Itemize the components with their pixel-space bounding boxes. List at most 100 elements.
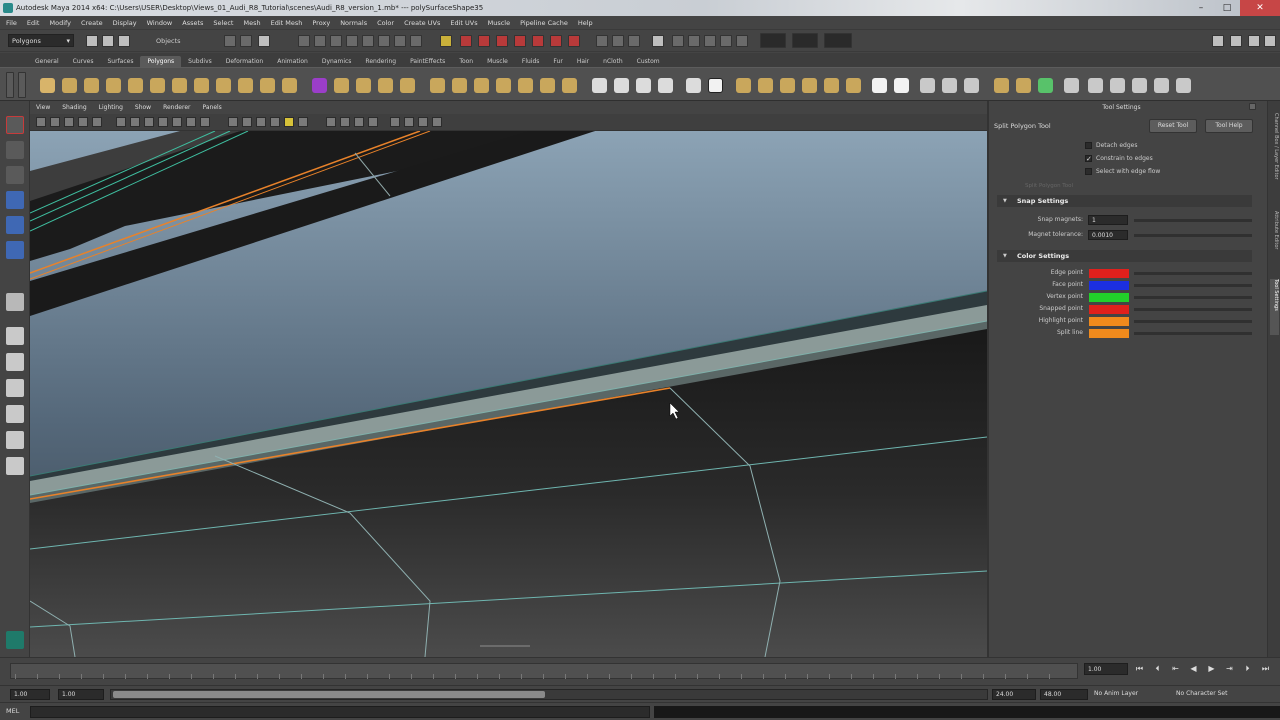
- transform-field-x[interactable]: [760, 33, 786, 48]
- poly-union-icon[interactable]: [400, 78, 415, 93]
- step-back-key-icon[interactable]: ⇤: [1170, 664, 1181, 674]
- harden-edge-icon[interactable]: [1016, 78, 1031, 93]
- face-point-swatch[interactable]: [1089, 281, 1129, 290]
- snap-view-plane-icon[interactable]: [514, 35, 526, 47]
- safe-title-icon[interactable]: [200, 117, 210, 127]
- poly-mirror-icon[interactable]: [474, 78, 489, 93]
- grid-icon[interactable]: [116, 117, 126, 127]
- shelf-tab[interactable]: PaintEffects: [403, 56, 452, 67]
- poly-merge-icon[interactable]: [824, 78, 839, 93]
- render-settings-icon[interactable]: [628, 35, 640, 47]
- panel-menu-item[interactable]: Renderer: [163, 104, 190, 111]
- resolution-gate-icon[interactable]: [144, 117, 154, 127]
- snapped-point-slider[interactable]: [1134, 308, 1252, 311]
- menu-item[interactable]: Normals: [340, 19, 367, 27]
- paint-vertex-color-icon[interactable]: [1064, 78, 1079, 93]
- history-icon[interactable]: [550, 35, 562, 47]
- poly-pyramid-icon[interactable]: [194, 78, 209, 93]
- select-hierarchy-icon[interactable]: [224, 35, 236, 47]
- snap-curve-icon[interactable]: [478, 35, 490, 47]
- menu-item[interactable]: Create UVs: [404, 19, 440, 27]
- single-perspective-layout-icon[interactable]: [6, 327, 24, 345]
- use-all-lights-icon[interactable]: [284, 117, 294, 127]
- lasso-tool-icon[interactable]: [6, 141, 24, 159]
- absolute-transform-icon[interactable]: [736, 35, 748, 47]
- poly-poke-icon[interactable]: [780, 78, 795, 93]
- uv-spherical-icon[interactable]: [942, 78, 957, 93]
- sidebar-toggle-icon[interactable]: [672, 35, 684, 47]
- poly-sculpt-icon[interactable]: [540, 78, 555, 93]
- snap-magnets-slider[interactable]: [1134, 219, 1252, 222]
- command-language-label[interactable]: MEL: [6, 707, 19, 715]
- shelf-tab[interactable]: Surfaces: [100, 56, 140, 67]
- mask-curve-icon[interactable]: [330, 35, 342, 47]
- reset-tool-button[interactable]: Reset Tool: [1149, 119, 1197, 133]
- attribute-editor-toggle-icon[interactable]: [688, 35, 700, 47]
- poly-edge-flow-icon[interactable]: [658, 78, 673, 93]
- playback-start-field[interactable]: 1.00: [58, 689, 104, 700]
- face-point-slider[interactable]: [1134, 284, 1252, 287]
- persp-outliner-layout-icon[interactable]: [6, 379, 24, 397]
- camera-attributes-icon[interactable]: [50, 117, 60, 127]
- shelf-tab[interactable]: Deformation: [219, 56, 270, 67]
- close-button[interactable]: ✕: [1240, 0, 1280, 16]
- maximize-button[interactable]: □: [1214, 0, 1240, 16]
- snap-magnets-field[interactable]: 1: [1088, 215, 1128, 225]
- paint-select-tool-icon[interactable]: [6, 166, 24, 184]
- poly-offset-loop-icon[interactable]: [636, 78, 651, 93]
- select-component-icon[interactable]: [258, 35, 270, 47]
- menu-item[interactable]: Edit Mesh: [271, 19, 303, 27]
- 2d-pan-zoom-icon[interactable]: [92, 117, 102, 127]
- panel-close-icon[interactable]: [1249, 103, 1256, 110]
- menu-item[interactable]: Assets: [182, 19, 203, 27]
- input-line-icon[interactable]: [652, 35, 664, 47]
- shelf-tab[interactable]: General: [28, 56, 66, 67]
- poly-collapse-icon[interactable]: [846, 78, 861, 93]
- shelf-tab[interactable]: Custom: [630, 56, 667, 67]
- timeline-track[interactable]: [10, 663, 1078, 679]
- poly-bevel-icon[interactable]: [736, 78, 751, 93]
- shelf-tab-polygons[interactable]: Polygons: [140, 56, 182, 67]
- tool-settings-toggle-icon[interactable]: [704, 35, 716, 47]
- channel-box-toggle-icon[interactable]: [720, 35, 732, 47]
- panel-menu-item[interactable]: View: [36, 104, 50, 111]
- menu-item[interactable]: Create: [81, 19, 103, 27]
- construction-history-icon[interactable]: [568, 35, 580, 47]
- panel-menu-item[interactable]: Shading: [62, 104, 86, 111]
- selection-mode-label[interactable]: Objects: [156, 37, 181, 45]
- poly-split-icon[interactable]: [592, 78, 607, 93]
- mask-surface-icon[interactable]: [346, 35, 358, 47]
- select-with-edge-flow-option[interactable]: Select with edge flow: [1085, 168, 1160, 175]
- vertex-point-slider[interactable]: [1134, 296, 1252, 299]
- poly-difference-icon[interactable]: [430, 78, 445, 93]
- wireframe-on-shaded-icon[interactable]: [256, 117, 266, 127]
- show-channel-box-icon[interactable]: [1264, 35, 1276, 47]
- select-object-icon[interactable]: [240, 35, 252, 47]
- smooth-shade-icon[interactable]: [242, 117, 252, 127]
- highlight-point-slider[interactable]: [1134, 320, 1252, 323]
- menu-item[interactable]: File: [6, 19, 17, 27]
- render-frame-icon[interactable]: [596, 35, 608, 47]
- command-input[interactable]: [30, 706, 650, 718]
- current-frame-field[interactable]: 1.00: [1084, 663, 1128, 675]
- target-weld-icon[interactable]: [1132, 78, 1147, 93]
- mask-dynamic-icon[interactable]: [378, 35, 390, 47]
- select-tool-icon[interactable]: [6, 116, 24, 134]
- image-plane-icon[interactable]: [78, 117, 88, 127]
- menu-item[interactable]: Mesh: [243, 19, 260, 27]
- mask-misc-icon[interactable]: [410, 35, 422, 47]
- shelf-tab[interactable]: Fluids: [515, 56, 547, 67]
- poly-cube-icon[interactable]: [62, 78, 77, 93]
- perspective-viewport[interactable]: [30, 131, 987, 657]
- shelf-tab[interactable]: Dynamics: [315, 56, 359, 67]
- poly-soccer-ball-icon[interactable]: [260, 78, 275, 93]
- poly-wedge-icon[interactable]: [758, 78, 773, 93]
- snap-grid-icon[interactable]: [460, 35, 472, 47]
- character-set-select[interactable]: No Character Set: [1176, 690, 1276, 700]
- four-view-layout-icon[interactable]: [6, 353, 24, 371]
- poly-cylinder-icon[interactable]: [84, 78, 99, 93]
- ambient-occlusion-icon[interactable]: [390, 117, 400, 127]
- persp-hypershade-layout-icon[interactable]: [6, 431, 24, 449]
- menu-item[interactable]: Proxy: [312, 19, 330, 27]
- mask-joint-icon[interactable]: [314, 35, 326, 47]
